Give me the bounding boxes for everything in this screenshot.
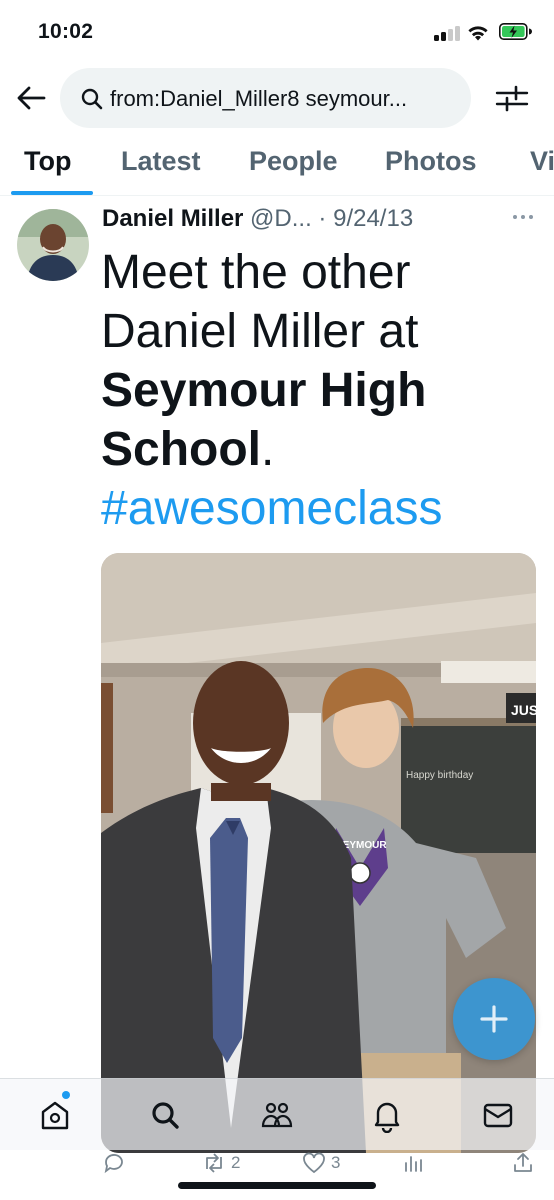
search-query-text: from:Daniel_Miller8 seymour... [110,86,408,111]
author-name[interactable]: Daniel Miller [102,205,243,232]
notifications-icon[interactable] [369,1097,405,1133]
avatar[interactable] [17,209,89,281]
retweet-button[interactable]: 2 [201,1150,240,1176]
hashtag-link[interactable]: #awesomeclass [101,479,541,538]
search-tabs: Top Latest People Photos Vi [0,136,554,196]
like-count: 3 [331,1153,341,1172]
views-chart-icon [405,1156,422,1172]
author-handle[interactable]: @D... [250,205,312,232]
tweet-actions: 2 3 [0,1150,554,1178]
home-badge [62,1091,70,1099]
retweet-count: 2 [231,1153,241,1172]
cellular-signal-icon [434,26,460,41]
battery-charging-icon [499,23,532,40]
photo-board-text: Happy birthday [406,770,473,781]
heart-icon [303,1152,325,1174]
tab-latest[interactable]: Latest [121,146,201,177]
tweet-date[interactable]: 9/24/13 [333,205,413,232]
filter-settings-icon[interactable] [494,82,530,114]
tweet-text-bold: Seymour High [101,364,427,417]
messages-icon[interactable] [480,1097,516,1133]
search-icon[interactable] [147,1097,183,1133]
tweet-text: Meet the other Daniel Miller at Seymour … [101,243,541,538]
meta-separator: · [318,205,327,232]
bottom-navigation [0,1078,554,1150]
retweet-icon [206,1153,222,1173]
compose-tweet-button[interactable] [453,978,535,1060]
more-options-icon[interactable] [510,207,536,227]
reply-button[interactable] [102,1150,130,1176]
tweet-text-period: . [261,423,275,476]
views-button[interactable] [402,1150,426,1176]
home-icon[interactable] [37,1097,73,1133]
active-tab-indicator [11,191,93,195]
search-header: from:Daniel_Miller8 seymour... [0,62,554,134]
tab-photos[interactable]: Photos [385,146,477,177]
search-input[interactable]: from:Daniel_Miller8 seymour... [60,68,471,128]
share-icon [514,1153,532,1172]
tab-people[interactable]: People [249,146,338,177]
communities-icon[interactable] [259,1097,295,1133]
tab-videos[interactable]: Vi [530,146,554,177]
like-button[interactable]: 3 [301,1150,340,1176]
tweet-header: Daniel Miller @D... · 9/24/13 [102,205,497,233]
status-time: 10:02 [38,20,94,43]
search-icon [81,88,103,110]
share-button[interactable] [511,1150,535,1176]
status-bar: 10:02 [0,0,554,62]
tweet-text-line: Daniel Miller at [101,305,419,358]
back-arrow-icon[interactable] [14,82,48,114]
home-indicator [178,1182,376,1189]
photo-sign-text: JUS [511,702,536,718]
tweet-text-line: Meet the other [101,246,411,299]
reply-icon [104,1154,123,1174]
tab-top[interactable]: Top [24,146,71,177]
wifi-icon [468,26,488,41]
tweet-text-bold: School [101,423,262,476]
tweet-photo[interactable]: JUS Happy birthday SEYMOUR [101,553,536,1153]
